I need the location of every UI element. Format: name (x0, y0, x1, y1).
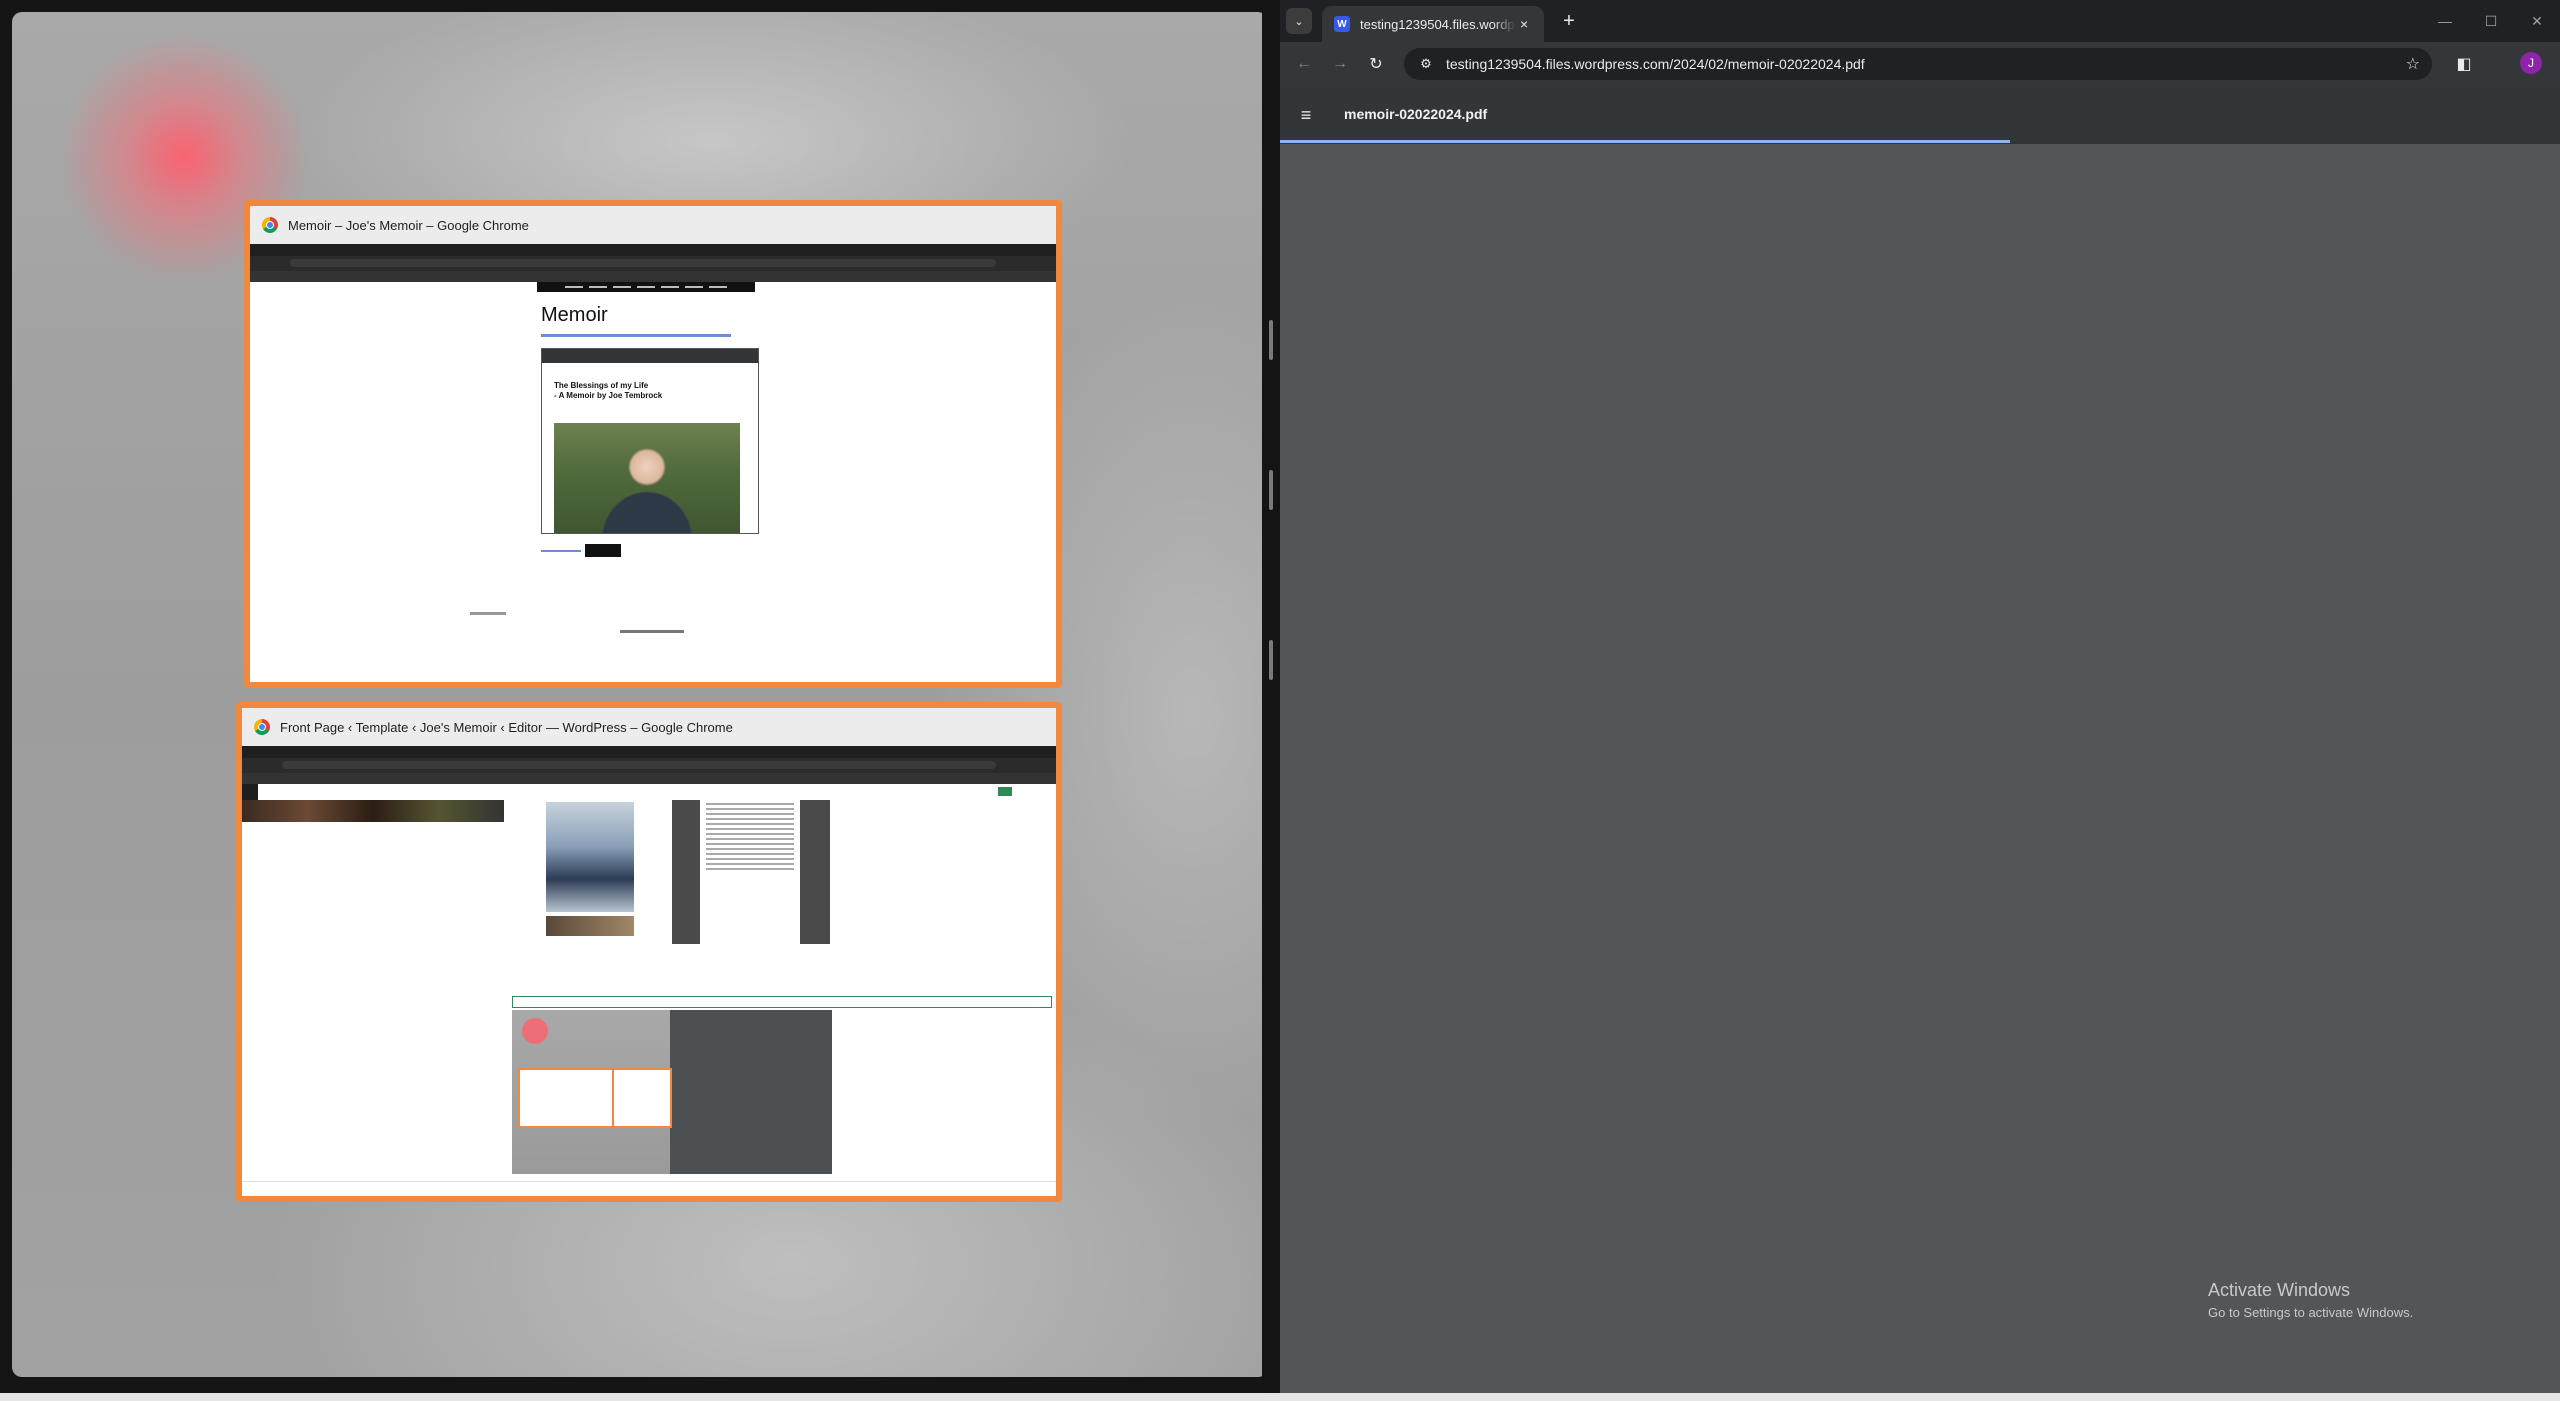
url-text[interactable]: testing1239504.files.wordpress.com/2024/… (1446, 56, 1865, 72)
thumbnail-buttons (541, 544, 621, 557)
thumbnail-save-button (998, 787, 1012, 796)
thumbnail-editor-toolbar (242, 784, 1056, 801)
reload-button[interactable]: ↻ (1362, 50, 1390, 78)
wordpress-favicon-icon: W (1334, 16, 1350, 32)
thumbnail-memoir-page: Memoir The Blessings of my Life - A Memo… (250, 282, 1056, 682)
thumbnail-bullet-list (512, 976, 1052, 1008)
tab-close-icon[interactable]: × (1520, 16, 1528, 32)
minimize-button[interactable]: — (2422, 0, 2468, 42)
thumbnail-car-photo (546, 802, 634, 912)
tab-title: testing1239504.files.wordpress.com (1360, 16, 1516, 32)
thumbnail-screenshot-image (512, 1010, 832, 1174)
pdf-file-title: memoir-02022024.pdf (1344, 106, 1488, 122)
chrome-window: ⌄ W testing1239504.files.wordpress.com ×… (1280, 0, 2560, 1393)
tab-strip: ⌄ W testing1239504.files.wordpress.com ×… (1280, 0, 2560, 42)
watermark-title: Activate Windows (2208, 1280, 2351, 1300)
snap-divider[interactable] (1262, 0, 1280, 1401)
profile-avatar[interactable]: J (2520, 52, 2542, 74)
thumbnail-document-preview (672, 800, 830, 944)
maximize-button[interactable]: ☐ (2468, 0, 2514, 42)
snap-window-editor[interactable]: Front Page ‹ Template ‹ Joe's Memoir ‹ E… (236, 702, 1062, 1202)
snap-assist-area: Memoir – Joe's Memoir – Google Chrome Me… (0, 0, 1272, 1401)
thumbnail-browser-chrome (250, 244, 1056, 282)
thumbnail-photo (546, 916, 634, 936)
thumbnail-editor-canvas (242, 800, 1056, 1182)
snap-window-title-bar: Memoir – Joe's Memoir – Google Chrome (250, 206, 1056, 244)
tab-pdf[interactable]: W testing1239504.files.wordpress.com × (1322, 6, 1544, 42)
side-panel-button[interactable]: ◧ (2450, 50, 2478, 78)
snap-window-title-bar: Front Page ‹ Template ‹ Joe's Memoir ‹ E… (242, 708, 1056, 746)
browser-toolbar: ← → ↻ ⚙ testing1239504.files.wordpress.c… (1280, 42, 2560, 86)
taskbar-edge (0, 1393, 2560, 1401)
thumbnail-editor-breadcrumb (242, 1181, 1056, 1196)
chrome-icon (262, 217, 278, 233)
thumbnail-portrait-photo (554, 423, 740, 533)
pdf-loading-progress-fill (1280, 140, 2010, 143)
thumbnail-pdf-embed: The Blessings of my Life - A Memoir by J… (541, 348, 759, 534)
pdf-viewer-toolbar: ≡ memoir-02022024.pdf (1280, 86, 2560, 144)
thumbnail-footer-link (620, 630, 684, 633)
thumbnail-footer-text (470, 612, 506, 615)
thumbnail-nav-menu (537, 282, 755, 292)
hamburger-menu-icon[interactable]: ≡ (1292, 101, 1320, 129)
snap-window-title: Memoir – Joe's Memoir – Google Chrome (288, 217, 529, 233)
pdf-loading-progress (1280, 140, 2560, 143)
new-tab-button[interactable]: + (1556, 8, 1582, 34)
thumbnail-link (541, 334, 731, 337)
thumbnail-image-strip (242, 800, 504, 822)
close-window-button[interactable]: ✕ (2514, 0, 2560, 42)
chrome-icon (254, 719, 270, 735)
bookmark-star-icon[interactable]: ☆ (2406, 54, 2420, 74)
snap-window-title: Front Page ‹ Template ‹ Joe's Memoir ‹ E… (280, 719, 733, 735)
thumbnail-doc-title: The Blessings of my Life - A Memoir by J… (554, 381, 663, 401)
thumbnail-browser-chrome (242, 746, 1056, 784)
back-button[interactable]: ← (1290, 50, 1318, 78)
wordpress-icon (242, 784, 258, 800)
thumbnail-page-heading: Memoir (541, 304, 608, 326)
site-info-icon[interactable]: ⚙ (1412, 56, 1440, 72)
chevron-down-icon[interactable]: ⌄ (1286, 8, 1312, 34)
address-bar[interactable]: ⚙ testing1239504.files.wordpress.com/202… (1404, 48, 2432, 80)
window-controls: — ☐ ✕ (2422, 0, 2560, 42)
activate-windows-watermark: Activate Windows Go to Settings to activ… (2208, 1280, 2413, 1320)
snap-window-memoir[interactable]: Memoir – Joe's Memoir – Google Chrome Me… (244, 200, 1062, 688)
snap-assist-panel: Memoir – Joe's Memoir – Google Chrome Me… (12, 12, 1268, 1377)
forward-button[interactable]: → (1326, 50, 1354, 78)
watermark-subtitle: Go to Settings to activate Windows. (2208, 1305, 2414, 1320)
